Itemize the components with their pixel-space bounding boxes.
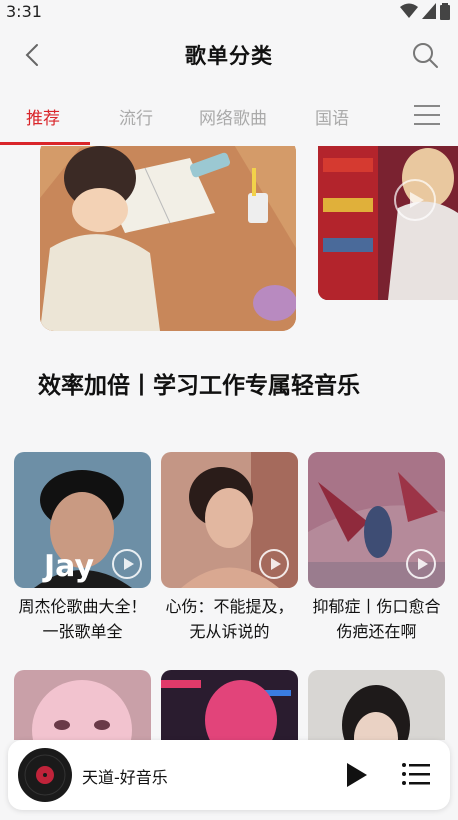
now-playing-title: 天道-好音乐 — [82, 768, 168, 787]
playlist-icon — [402, 763, 430, 785]
play-button[interactable] — [344, 760, 370, 790]
playlist-cover[interactable] — [161, 670, 298, 740]
playlist-cover[interactable] — [308, 452, 445, 588]
play-icon — [347, 763, 367, 787]
featured-photo — [318, 146, 458, 300]
playlist-cover[interactable] — [14, 670, 151, 740]
featured-carousel[interactable] — [0, 146, 458, 336]
featured-cover-main[interactable] — [40, 146, 296, 331]
mini-player[interactable]: 天道-好音乐 — [8, 740, 450, 810]
play-icon[interactable] — [111, 548, 143, 580]
tab-internet-songs[interactable]: 网络歌曲 — [199, 104, 267, 129]
playlist-title: 周杰伦歌曲大全！一张歌单全 — [18, 597, 147, 641]
header: 歌单分类 — [0, 24, 458, 86]
search-icon — [413, 43, 438, 68]
playlist-card[interactable]: 抑郁症丨伤口愈合伤疤还在啊 — [308, 452, 445, 644]
playlist-card[interactable]: Jay 周杰伦歌曲大全！一张歌单全 — [14, 452, 151, 644]
playlist-button[interactable] — [402, 762, 430, 786]
portrait-cover-image — [308, 670, 445, 740]
playlist-card[interactable] — [308, 670, 445, 740]
status-bar: 3:31 — [0, 0, 458, 24]
status-icons — [400, 3, 450, 20]
play-icon[interactable] — [258, 548, 290, 580]
wifi-icon — [400, 3, 418, 18]
playlist-card[interactable] — [14, 670, 151, 740]
neon-cover-image — [161, 670, 298, 740]
tab-mandarin[interactable]: 国语 — [315, 104, 349, 129]
playlist-card[interactable]: 心伤：不能提及，无从诉说的 — [161, 452, 298, 644]
category-tabs: 推荐 流行 网络歌曲 国语 — [0, 92, 458, 146]
anime-cover-image — [14, 670, 151, 740]
playlist-title: 心伤：不能提及，无从诉说的 — [165, 597, 294, 641]
signal-icon — [422, 3, 436, 19]
vinyl-disc-icon[interactable] — [18, 748, 72, 802]
featured-title: 效率加倍丨学习工作专属轻音乐 — [38, 373, 360, 399]
category-menu-button[interactable] — [414, 104, 440, 126]
featured-illustration — [40, 146, 296, 331]
status-time: 3:31 — [6, 2, 42, 21]
play-icon[interactable] — [405, 548, 437, 580]
playlist-card[interactable] — [161, 670, 298, 740]
tab-pop[interactable]: 流行 — [119, 104, 153, 129]
tab-active-indicator — [0, 142, 90, 145]
battery-icon — [440, 3, 450, 20]
playlist-cover[interactable] — [308, 670, 445, 740]
playlist-row — [14, 670, 446, 740]
menu-icon — [414, 105, 440, 125]
svg-text:Jay: Jay — [42, 549, 94, 584]
playlist-cover[interactable]: Jay — [14, 452, 151, 588]
playlist-cover[interactable] — [161, 452, 298, 588]
page-title: 歌单分类 — [185, 44, 273, 68]
search-button[interactable] — [410, 40, 440, 70]
tab-recommend[interactable]: 推荐 — [26, 104, 60, 129]
featured-cover-side[interactable] — [318, 146, 458, 300]
playlist-title: 抑郁症丨伤口愈合伤疤还在啊 — [312, 597, 441, 641]
